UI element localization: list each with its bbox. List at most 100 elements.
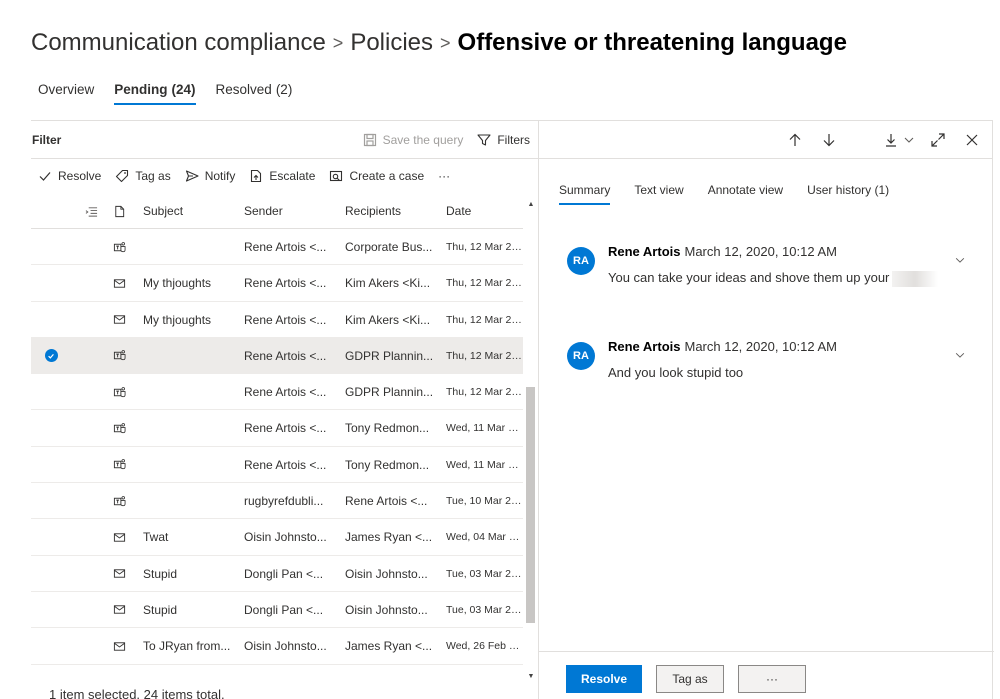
notify-command[interactable]: Notify: [185, 169, 236, 183]
breadcrumb-link-policies[interactable]: Policies: [350, 29, 433, 57]
alerts-grid: Rene Artois <... Corporate Bus... Thu, 12 …: [31, 229, 523, 677]
scroll-up-icon[interactable]: ▲: [524, 197, 538, 211]
mail-icon: [109, 592, 129, 628]
table-row[interactable]: rugbyrefdubli... Rene Artois <... Tue, 10 …: [31, 483, 523, 520]
cell-date: Thu, 12 Mar 202...: [446, 277, 523, 290]
escalate-command[interactable]: Escalate: [249, 169, 315, 183]
tab-summary[interactable]: Summary: [559, 183, 611, 205]
tab-resolved[interactable]: Resolved (2): [216, 80, 293, 105]
item-type-column[interactable]: [109, 193, 129, 229]
cell-recipients: GDPR Plannin...: [345, 385, 434, 400]
filters-button[interactable]: Filters: [477, 133, 530, 147]
cell-date: [446, 665, 523, 677]
cell-sender: Rene Artois <...: [244, 312, 327, 327]
tag-as-button[interactable]: Tag as: [656, 665, 724, 693]
row-checkbox[interactable]: [31, 665, 71, 677]
column-header-date[interactable]: Date: [446, 193, 524, 229]
cell-date: Wed, 11 Mar 202: [446, 458, 523, 471]
group-by-column[interactable]: [79, 193, 103, 229]
close-icon[interactable]: [962, 130, 982, 150]
scroll-down-icon[interactable]: ▼: [524, 669, 538, 683]
case-icon: [330, 170, 343, 182]
table-row[interactable]: To JRyan from... Oisin Johnsto... James Ry…: [31, 628, 523, 665]
cell-recipients: Kim Akers <Ki...: [345, 312, 431, 327]
resolve-button[interactable]: Resolve: [566, 665, 642, 693]
cell-date: Thu, 12 Mar 202...: [446, 349, 523, 362]
cell-subject: Twat: [143, 530, 169, 545]
message-body: You can take your ideas and shove them u…: [608, 270, 939, 287]
cell-date: Thu, 12 Mar 202...: [446, 241, 523, 253]
table-row[interactable]: [31, 665, 523, 677]
alerts-list-panel: Filter Save the query Filters Resolve Ta…: [31, 120, 538, 699]
table-row[interactable]: Rene Artois <... Tony Redmon... Wed, 11 Ma…: [31, 447, 523, 484]
breadcrumb-separator: >: [440, 32, 451, 53]
create-case-command[interactable]: Create a case: [329, 169, 424, 183]
tag-as-command[interactable]: Tag as: [115, 169, 171, 183]
arrow-down-icon[interactable]: [819, 130, 839, 150]
cell-sender: Rene Artois <...: [244, 240, 327, 254]
message-text: And you look stupid too: [608, 365, 744, 380]
tab-pending[interactable]: Pending (24): [114, 80, 196, 105]
chevron-down-icon[interactable]: [953, 253, 967, 267]
teams-icon: [109, 374, 129, 410]
tab-overview[interactable]: Overview: [38, 80, 94, 105]
cell-recipients: Corporate Bus...: [345, 240, 433, 254]
row-checkbox[interactable]: [31, 229, 71, 265]
column-header-sender[interactable]: Sender: [244, 193, 339, 229]
cell-recipients: Tony Redmon...: [345, 457, 430, 472]
table-row[interactable]: Rene Artois <... Corporate Bus... Thu, 12 …: [31, 229, 523, 266]
command-label: Notify: [204, 169, 236, 183]
cell-date: Wed, 26 Feb 202...: [446, 640, 523, 653]
row-checkbox[interactable]: [31, 556, 71, 592]
vertical-scrollbar[interactable]: ▲ ▼: [524, 193, 538, 680]
save-query-button[interactable]: Save the query: [363, 133, 463, 147]
cell-sender: Rene Artois <...: [244, 457, 327, 472]
grid-header: Subject Sender Recipients Date: [31, 193, 523, 229]
table-row[interactable]: Rene Artois <... GDPR Plannin... Thu, 12 M…: [31, 374, 523, 411]
avatar: RA: [567, 342, 595, 370]
row-checkbox[interactable]: [31, 302, 71, 338]
tab-annotate-view[interactable]: Annotate view: [708, 183, 783, 205]
download-icon[interactable]: [881, 130, 901, 150]
row-checkbox[interactable]: [31, 628, 71, 664]
column-header-recipients[interactable]: Recipients: [345, 193, 441, 229]
cell-sender: rugbyrefdubli...: [244, 494, 324, 509]
row-checkbox[interactable]: [31, 374, 71, 410]
teams-icon: [109, 229, 129, 265]
cell-recipients: Oisin Johnsto...: [345, 602, 428, 617]
tag-icon: [116, 169, 129, 183]
column-header-subject[interactable]: Subject: [143, 193, 241, 229]
row-checkbox[interactable]: [31, 338, 71, 374]
breadcrumb-link-communication-compliance[interactable]: Communication compliance: [31, 29, 326, 57]
page-title: Offensive or threatening language: [457, 29, 847, 56]
row-checkbox[interactable]: [31, 447, 71, 483]
tab-text-view[interactable]: Text view: [634, 183, 683, 205]
command-label: Create a case: [349, 169, 425, 183]
table-row[interactable]: My thjoughts Rene Artois <... Kim Akers <K…: [31, 265, 523, 302]
mail-icon: [109, 302, 129, 338]
cell-recipients: GDPR Plannin...: [345, 348, 434, 363]
table-row[interactable]: Rene Artois <... GDPR Plannin... Thu, 12 M…: [31, 337, 523, 375]
table-row[interactable]: Twat Oisin Johnsto... James Ryan <... Wed, …: [31, 519, 523, 556]
row-checkbox[interactable]: [31, 519, 71, 555]
row-checkbox[interactable]: [31, 483, 71, 519]
resolve-command[interactable]: Resolve: [38, 169, 101, 183]
more-actions-button[interactable]: ···: [738, 665, 806, 693]
more-commands-button[interactable]: ···: [438, 169, 450, 183]
chevron-down-icon[interactable]: [953, 348, 967, 362]
arrow-up-icon[interactable]: [785, 130, 805, 150]
chevron-down-icon[interactable]: [899, 130, 919, 150]
cell-subject: [143, 447, 241, 483]
tab-user-history[interactable]: User history (1): [807, 183, 889, 205]
row-checkbox[interactable]: [31, 265, 71, 301]
teams-icon: [109, 483, 129, 519]
table-row[interactable]: Stupid Dongli Pan <... Oisin Johnsto... Tue…: [31, 592, 523, 629]
cell-subject: Stupid: [143, 602, 178, 617]
row-checkbox[interactable]: [31, 410, 71, 446]
table-row[interactable]: My thjoughts Rene Artois <... Kim Akers <K…: [31, 302, 523, 338]
scrollbar-thumb[interactable]: [526, 387, 535, 623]
expand-icon[interactable]: [928, 130, 948, 150]
table-row[interactable]: Stupid Dongli Pan <... Oisin Johnsto... Tue…: [31, 556, 523, 592]
table-row[interactable]: Rene Artois <... Tony Redmon... Wed, 11 Ma…: [31, 410, 523, 447]
row-checkbox[interactable]: [31, 592, 71, 628]
